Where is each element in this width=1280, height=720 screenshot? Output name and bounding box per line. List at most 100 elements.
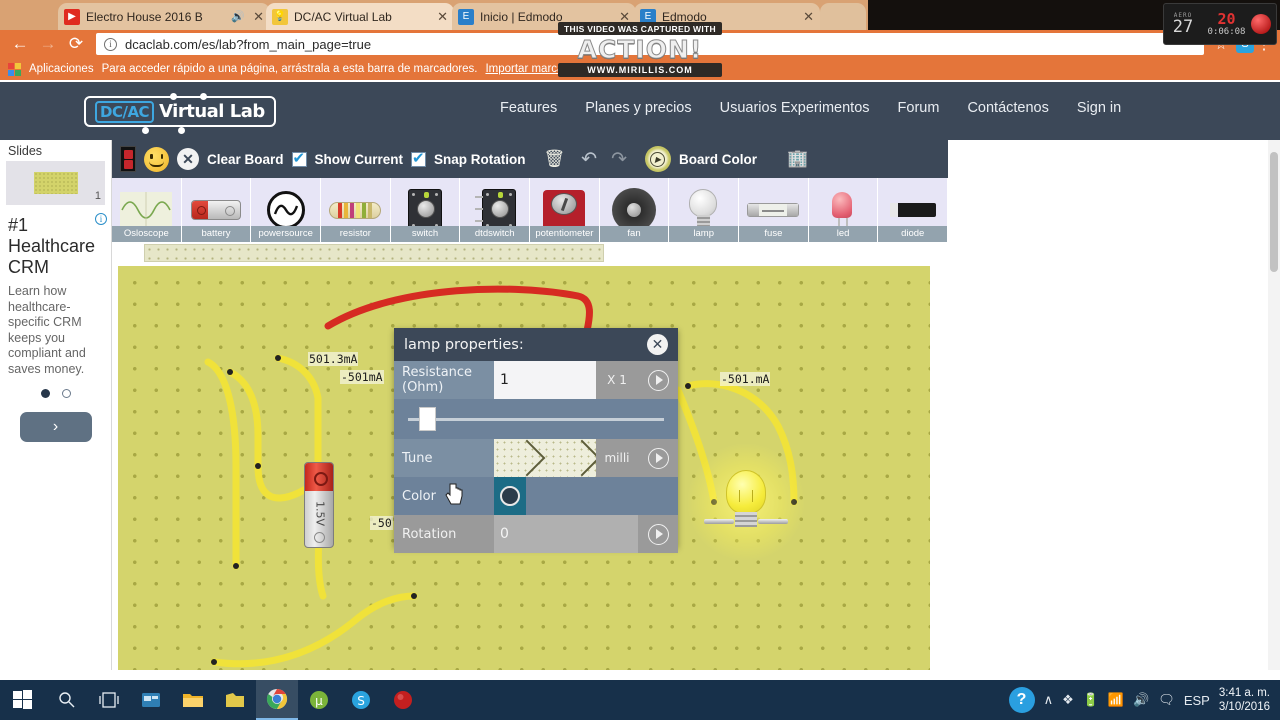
task-view-icon[interactable]: [88, 680, 130, 720]
rotation-input[interactable]: 0: [494, 515, 638, 553]
palette-item-fan[interactable]: fan: [600, 178, 670, 242]
dialog-titlebar[interactable]: lamp properties: ✕: [394, 328, 678, 361]
nav-item-signin[interactable]: Sign in: [1077, 100, 1121, 116]
clear-board-icon[interactable]: ✕: [177, 148, 199, 170]
nav-item-forum[interactable]: Forum: [898, 100, 940, 116]
dropbox-icon[interactable]: ❖: [1062, 692, 1074, 708]
new-tab-button[interactable]: [820, 3, 866, 30]
smiley-icon[interactable]: [144, 147, 169, 172]
building-icon[interactable]: 🏢: [787, 149, 808, 169]
logo-dot-icon: [142, 127, 149, 134]
lamp-leads: [704, 517, 788, 525]
browser-tab-0[interactable]: ▶ Electro House 2016 B 🔊 ✕: [58, 3, 270, 30]
palette-item-lamp[interactable]: lamp: [669, 178, 739, 242]
bookmarks-apps-label[interactable]: Aplicaciones: [29, 63, 94, 75]
file-explorer-icon[interactable]: [172, 680, 214, 720]
nav-item-planes[interactable]: Planes y precios: [585, 100, 691, 116]
palette-item-dtdswitch[interactable]: dtdswitch: [460, 178, 530, 242]
palette-item-resistor[interactable]: resistor: [321, 178, 391, 242]
folder-icon[interactable]: [214, 680, 256, 720]
back-button[interactable]: ←: [6, 32, 34, 56]
clock[interactable]: 3:41 a. m. 3/10/2016: [1219, 686, 1270, 714]
page-scrollbar-vertical[interactable]: [1268, 140, 1280, 670]
redo-icon[interactable]: ↷: [611, 148, 627, 171]
skype-icon[interactable]: S: [340, 680, 382, 720]
rotation-play-button[interactable]: [638, 515, 678, 553]
board-color-label[interactable]: Board Color: [679, 152, 757, 167]
sidebar-ad[interactable]: i #1 Healthcare CRM Learn how healthcare…: [0, 205, 111, 448]
ad-dot-active[interactable]: [41, 389, 50, 398]
record-icon[interactable]: [382, 680, 424, 720]
ad-pagination[interactable]: [8, 389, 103, 398]
scrollbar-thumb[interactable]: [1270, 152, 1278, 272]
snap-rotation-label[interactable]: Snap Rotation: [434, 152, 526, 167]
nav-item-features[interactable]: Features: [500, 100, 557, 116]
battery-icon[interactable]: 🔋: [1083, 692, 1099, 708]
volume-icon[interactable]: 🔊: [1133, 692, 1149, 708]
slider-handle[interactable]: [419, 407, 436, 431]
slide-thumbnail[interactable]: 1: [6, 161, 105, 205]
snap-rotation-checkbox[interactable]: [411, 152, 426, 167]
rotation-label: Rotation: [394, 527, 494, 542]
power-switch-icon[interactable]: [120, 146, 136, 172]
board-color-icon[interactable]: ▶: [645, 146, 671, 172]
ad-dot-inactive[interactable]: [62, 389, 71, 398]
store-icon[interactable]: [130, 680, 172, 720]
slider-track[interactable]: [408, 418, 664, 421]
board-right-margin: [932, 266, 948, 670]
chrome-icon[interactable]: [256, 680, 298, 720]
palette-label: fuse: [739, 226, 808, 242]
resistance-play-button[interactable]: [638, 361, 678, 399]
tab-close-icon[interactable]: ✕: [803, 9, 814, 25]
palette-item-powersource[interactable]: powersource: [251, 178, 321, 242]
tab-audio-icon[interactable]: 🔊: [231, 10, 245, 23]
browser-tab-1[interactable]: 💡 DC/AC Virtual Lab ✕: [266, 3, 454, 30]
tune-play-button[interactable]: [638, 439, 678, 477]
ad-info-icon[interactable]: i: [95, 213, 107, 225]
palette-item-oscilloscope[interactable]: Osloscope: [112, 178, 182, 242]
nav-item-contactenos[interactable]: Contáctenos: [967, 100, 1048, 116]
site-info-icon[interactable]: i: [104, 38, 117, 51]
show-current-checkbox[interactable]: [292, 152, 307, 167]
nav-item-usuarios[interactable]: Usuarios Experimentos: [720, 100, 870, 116]
edmodo-icon: E: [458, 9, 474, 25]
palette-item-diode[interactable]: diode: [878, 178, 948, 242]
tune-unit[interactable]: milli: [596, 439, 638, 477]
search-icon[interactable]: [46, 680, 88, 720]
forward-button[interactable]: →: [34, 32, 62, 56]
tab-close-icon[interactable]: ✕: [253, 9, 264, 25]
palette-item-switch[interactable]: switch: [391, 178, 461, 242]
battery-component[interactable]: 1.5V: [304, 462, 334, 548]
close-icon[interactable]: ✕: [647, 334, 668, 355]
apps-grid-icon[interactable]: [8, 63, 21, 76]
utorrent-icon[interactable]: μ: [298, 680, 340, 720]
ad-next-button[interactable]: ›: [20, 412, 92, 442]
reload-button[interactable]: ⟳: [62, 32, 90, 56]
show-current-label[interactable]: Show Current: [315, 152, 404, 167]
lamp-component[interactable]: [704, 462, 788, 552]
undo-icon[interactable]: ↶: [581, 148, 597, 171]
palette-item-led[interactable]: led: [809, 178, 879, 242]
color-picker-button[interactable]: [494, 477, 526, 515]
tab-close-icon[interactable]: ✕: [437, 9, 448, 25]
windows-start-button[interactable]: [0, 690, 46, 710]
palette-item-fuse[interactable]: fuse: [739, 178, 809, 242]
chevron-up-icon[interactable]: ∧: [1044, 692, 1054, 708]
trash-icon[interactable]: 🗑: [544, 149, 566, 169]
palette-item-potentiometer[interactable]: potentiometer: [530, 178, 600, 242]
resistance-multiplier[interactable]: X 1: [596, 361, 638, 399]
language-indicator[interactable]: ESP: [1184, 693, 1210, 708]
tune-control[interactable]: [494, 439, 596, 477]
lab-toolbar: ✕ Clear Board Show Current Snap Rotation…: [112, 140, 948, 178]
bookmarks-hint: Para acceder rápido a una página, arrást…: [102, 63, 478, 75]
palette-item-battery[interactable]: battery: [182, 178, 252, 242]
action-center-icon[interactable]: 🗨: [1158, 692, 1175, 708]
wifi-icon[interactable]: 📶: [1108, 692, 1124, 708]
site-logo[interactable]: DC/AC Virtual Lab: [84, 96, 276, 127]
resistance-input[interactable]: 1: [494, 361, 596, 399]
board-top-strip[interactable]: [144, 244, 604, 262]
clear-board-label[interactable]: Clear Board: [207, 152, 284, 167]
resistance-slider[interactable]: [394, 399, 678, 439]
lamp-properties-dialog[interactable]: lamp properties: ✕ Resistance (Ohm) 1 X …: [394, 328, 678, 547]
help-icon[interactable]: ?: [1009, 687, 1035, 713]
